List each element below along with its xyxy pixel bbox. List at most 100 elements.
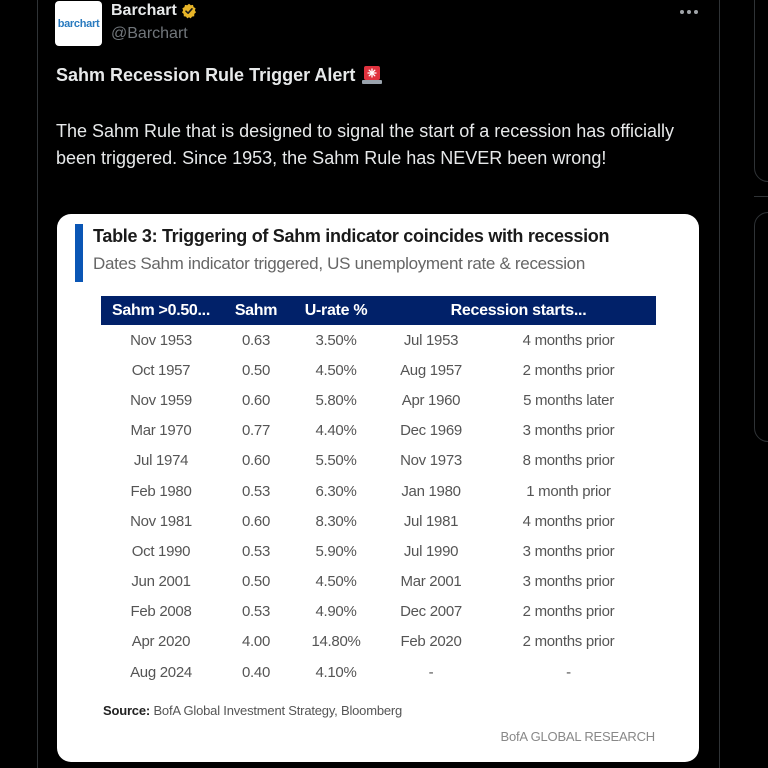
cell-lag: 5 months later: [523, 391, 614, 409]
table-header-row: Sahm >0.50... Sahm U-rate % Recession st…: [101, 296, 656, 325]
cell-sahm: 0.77: [242, 422, 270, 440]
cell-recession: Apr 1960: [401, 391, 461, 409]
table-row: Aug 2024 0.40 4.10% - -: [101, 657, 656, 687]
table-row: Oct 1990 0.53 5.90% Jul 1990 3 months prior: [101, 536, 656, 566]
cell-lag: 3 months prior: [522, 573, 615, 591]
cell-trigger: Oct 1990: [131, 542, 191, 560]
cell-recession: Jul 1990: [403, 542, 459, 560]
table-row: Jul 1974 0.60 5.50% Nov 1973 8 months prior: [101, 446, 656, 476]
cell-lag: 4 months prior: [522, 512, 615, 530]
cell-urate: 3.50%: [315, 331, 357, 349]
cell-urate: 4.10%: [315, 663, 357, 681]
timeline-border-left: [37, 0, 38, 768]
cell-urate: 5.80%: [315, 391, 357, 409]
cell-urate: 4.50%: [315, 361, 357, 379]
cell-sahm: 0.50: [242, 361, 270, 379]
table-row: Mar 1970 0.77 4.40% Dec 1969 3 months prior: [101, 416, 656, 446]
table-row: Feb 2008 0.53 4.90% Dec 2007 2 months prior: [101, 597, 656, 627]
cell-trigger: Feb 2008: [130, 603, 192, 621]
table-subtitle: Dates Sahm indicator triggered, US unemp…: [93, 254, 585, 273]
cell-recession: Feb 2020: [400, 633, 462, 651]
cell-trigger: Nov 1981: [130, 512, 192, 530]
cell-recession: Jul 1953: [403, 331, 459, 349]
avatar-logo-text: barchart: [57, 17, 100, 30]
tweet-media-image[interactable]: Table 3: Triggering of Sahm indicator co…: [57, 214, 699, 762]
brand-label: BofA GLOBAL RESEARCH: [500, 729, 656, 744]
cell-lag: 3 months prior: [522, 542, 615, 560]
avatar[interactable]: barchart: [55, 1, 102, 46]
source-label: Source:: [103, 703, 151, 718]
cell-recession: Jan 1980: [401, 482, 461, 500]
verified-badge-icon: [181, 3, 196, 19]
tweet-headline-text: Sahm Recession Rule Trigger Alert: [56, 64, 356, 85]
cell-lag: 2 months prior: [522, 603, 615, 621]
sidebar-panel: [754, 0, 768, 182]
title-accent-bar: [75, 224, 83, 282]
cell-recession: Nov 1973: [400, 452, 462, 470]
source-text: BofA Global Investment Strategy, Bloombe…: [153, 703, 403, 718]
cell-lag: 1 month prior: [526, 482, 611, 500]
table-row: Oct 1957 0.50 4.50% Aug 1957 2 months prior: [101, 355, 656, 385]
siren-emoji-icon: [362, 66, 383, 84]
cell-trigger: Mar 1970: [130, 422, 192, 440]
cell-recession: Mar 2001: [400, 573, 462, 591]
cell-lag: 4 months prior: [522, 331, 615, 349]
cell-trigger: Jun 2001: [131, 573, 191, 591]
cell-urate: 4.40%: [315, 422, 357, 440]
cell-urate: 14.80%: [311, 633, 361, 651]
column-header-recession: Recession starts...: [450, 301, 587, 319]
cell-recession: Dec 1969: [400, 422, 462, 440]
source-note: Source: BofA Global Investment Strategy,…: [103, 703, 402, 718]
cell-sahm: 0.60: [242, 512, 270, 530]
cell-urate: 4.50%: [315, 573, 357, 591]
table-row: Feb 1980 0.53 6.30% Jan 1980 1 month prior: [101, 476, 656, 506]
cell-lag: -: [566, 663, 571, 681]
cell-sahm: 0.53: [242, 482, 270, 500]
cell-sahm: 0.53: [242, 542, 270, 560]
cell-lag: 2 months prior: [522, 361, 615, 379]
cell-recession: Dec 2007: [400, 603, 462, 621]
column-header-sahm: Sahm: [234, 301, 278, 319]
sidebar-panel: [754, 212, 768, 442]
cell-sahm: 4.00: [242, 633, 270, 651]
table-row: Nov 1953 0.63 3.50% Jul 1953 4 months prior: [101, 325, 656, 355]
cell-recession: Aug 1957: [400, 361, 462, 379]
timeline-border-right: [719, 0, 720, 768]
author-handle[interactable]: @Barchart: [111, 25, 188, 43]
cell-urate: 4.90%: [315, 603, 357, 621]
cell-lag: 2 months prior: [522, 633, 615, 651]
cell-sahm: 0.53: [242, 603, 270, 621]
sidebar-divider: [754, 196, 768, 197]
cell-trigger: Apr 2020: [131, 633, 191, 651]
column-header-trigger: Sahm >0.50...: [112, 301, 210, 319]
table-row: Nov 1959 0.60 5.80% Apr 1960 5 months later: [101, 385, 656, 415]
table-row: Apr 2020 4.00 14.80% Feb 2020 2 months prior: [101, 627, 656, 657]
cell-trigger: Feb 1980: [130, 482, 192, 500]
cell-sahm: 0.60: [242, 391, 270, 409]
tweet-headline: Sahm Recession Rule Trigger Alert: [56, 64, 383, 86]
table-row: Nov 1981 0.60 8.30% Jul 1981 4 months prior: [101, 506, 656, 536]
cell-sahm: 0.63: [242, 331, 270, 349]
cell-lag: 3 months prior: [522, 422, 615, 440]
cell-urate: 5.90%: [315, 542, 357, 560]
cell-lag: 8 months prior: [522, 452, 615, 470]
cell-trigger: Oct 1957: [131, 361, 191, 379]
cell-urate: 5.50%: [315, 452, 357, 470]
cell-trigger: Jul 1974: [133, 452, 189, 470]
more-options-icon[interactable]: [680, 7, 700, 17]
cell-sahm: 0.60: [242, 452, 270, 470]
table-body: Nov 1953 0.63 3.50% Jul 1953 4 months prior O…: [101, 325, 656, 687]
table-row: Jun 2001 0.50 4.50% Mar 2001 3 months prior: [101, 567, 656, 597]
cell-urate: 8.30%: [315, 512, 357, 530]
author-name[interactable]: Barchart: [111, 2, 197, 20]
cell-trigger: Nov 1959: [130, 391, 192, 409]
cell-trigger: Nov 1953: [130, 331, 192, 349]
cell-recession: -: [428, 663, 434, 681]
tweet-body: The Sahm Rule that is designed to signal…: [56, 121, 675, 168]
cell-trigger: Aug 2024: [130, 663, 192, 681]
cell-sahm: 0.40: [242, 663, 270, 681]
author-name-text: Barchart: [111, 2, 177, 19]
cell-recession: Jul 1981: [403, 512, 459, 530]
cell-urate: 6.30%: [315, 482, 357, 500]
table-title: Table 3: Triggering of Sahm indicator co…: [93, 226, 610, 246]
